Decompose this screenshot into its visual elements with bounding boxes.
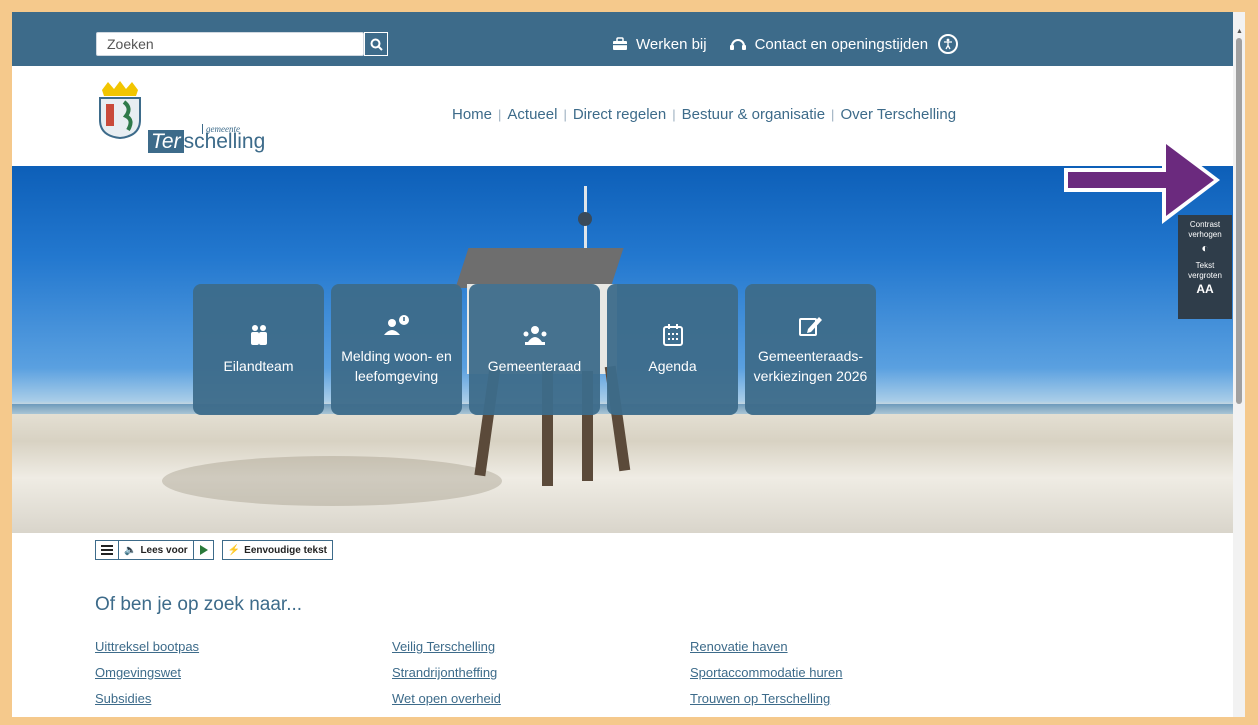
site-logo[interactable]: gemeente Ter schelling <box>96 80 266 154</box>
readspeaker-bar: 🔈 Lees voor ⚡ Eenvoudige tekst <box>95 540 333 560</box>
contact-label: Contact en openingstijden <box>754 35 929 53</box>
tile-label: Melding woon- en leefomgeving <box>341 347 452 384</box>
play-icon <box>199 545 208 555</box>
scrollbar-thumb[interactable] <box>1236 38 1242 404</box>
suggestion-link[interactable]: Strandrijontheffing <box>392 664 501 681</box>
suggestions-column: Veilig Terschelling Strandrijontheffing … <box>392 638 501 707</box>
accessibility-icon[interactable] <box>938 34 959 54</box>
tile-gemeenteraad[interactable]: Gemeenteraad <box>469 284 600 415</box>
suggestion-link[interactable]: Sportaccommodatie huren <box>690 664 842 681</box>
nav-separator: | <box>563 107 567 122</box>
hero-sand-shadow <box>162 456 502 506</box>
tile-label: Eilandteam <box>223 357 294 374</box>
read-aloud-button[interactable]: 🔈 Lees voor <box>119 541 194 559</box>
speaker-icon: 🔈 <box>124 544 137 556</box>
simple-text-button[interactable]: ⚡ Eenvoudige tekst <box>223 541 332 559</box>
calendar-icon <box>662 323 683 346</box>
nav-separator: | <box>498 107 502 122</box>
read-aloud-group: 🔈 Lees voor <box>95 540 214 560</box>
contact-link[interactable]: Contact en openingstijden <box>729 36 928 53</box>
nav-actueel[interactable]: Actueel <box>507 106 557 123</box>
tile-label: Agenda <box>648 357 697 374</box>
text-size-button[interactable]: Tekst vergroten AA <box>1178 261 1232 296</box>
search-button[interactable] <box>364 32 388 56</box>
simple-text-label: Eenvoudige tekst <box>244 544 327 556</box>
suggestion-link[interactable]: Uittreksel bootpas <box>95 638 199 655</box>
simple-text-group: ⚡ Eenvoudige tekst <box>221 540 333 560</box>
suggestions-column: Uittreksel bootpas Omgevingswet Subsidie… <box>95 638 199 707</box>
nav-separator: | <box>831 107 835 122</box>
tile-melding[interactable]: Melding woon- en leefomgeving <box>331 284 462 415</box>
suggestion-link[interactable]: Trouwen op Terschelling <box>690 690 842 707</box>
council-icon <box>523 325 546 345</box>
lightning-icon: ⚡ <box>227 544 241 556</box>
suggestions-title: Of ben je op zoek naar... <box>95 594 303 615</box>
contrast-label: Contrast verhogen <box>1188 220 1222 239</box>
logo-ter: Ter <box>148 130 184 153</box>
report-icon <box>383 314 409 335</box>
scroll-up-icon[interactable]: ▲ <box>1236 28 1243 35</box>
tile-agenda[interactable]: Agenda <box>607 284 738 415</box>
suggestion-link[interactable]: Omgevingswet <box>95 664 199 681</box>
hero-hut-roof <box>455 248 624 288</box>
search-icon <box>370 38 383 51</box>
suggestion-link[interactable]: Veilig Terschelling <box>392 638 501 655</box>
tile-label: Gemeenteraad <box>487 357 582 374</box>
hero-banner: Eilandteam Melding woon- en leefomgeving… <box>12 166 1233 533</box>
text-size-icon: AA <box>1196 282 1214 296</box>
suggestions-column: Renovatie haven Sportaccommodatie huren … <box>690 638 842 707</box>
tile-eilandteam[interactable]: Eilandteam <box>193 284 324 415</box>
contrast-icon: ◐ <box>1201 241 1209 255</box>
main-navigation: Home | Actueel | Direct regelen | Bestuu… <box>452 106 956 123</box>
top-bar: Werken bij Contact en openingstijden <box>12 12 1233 66</box>
quick-tiles: Eilandteam Melding woon- en leefomgeving… <box>193 284 876 415</box>
search-field[interactable] <box>96 32 364 56</box>
menu-icon <box>101 545 113 555</box>
nav-home[interactable]: Home <box>452 106 492 123</box>
suggestion-link[interactable]: Wet open overheid <box>392 690 501 707</box>
scrollbar[interactable]: ▲ <box>1233 12 1245 717</box>
tile-label: Gemeenteraads-verkiezingen 2026 <box>753 347 868 384</box>
logo-rest: schelling <box>183 130 266 153</box>
contrast-button[interactable]: Contrast verhogen ◐ <box>1178 220 1232 255</box>
tile-verkiezingen[interactable]: Gemeenteraads-verkiezingen 2026 <box>745 284 876 415</box>
read-aloud-label: Lees voor <box>140 544 188 556</box>
nav-separator: | <box>672 107 676 122</box>
search-input[interactable] <box>97 33 363 55</box>
top-links: Werken bij Contact en openingstijden <box>612 32 959 56</box>
annotation-arrow <box>1064 136 1220 224</box>
play-button[interactable] <box>194 541 213 559</box>
text-size-label: Tekst vergroten <box>1188 261 1222 280</box>
hero-mast-ball <box>578 212 592 226</box>
menu-button[interactable] <box>96 541 119 559</box>
accessibility-widget: Contrast verhogen ◐ Tekst vergroten AA <box>1178 215 1232 319</box>
suggestion-link[interactable]: Renovatie haven <box>690 638 842 655</box>
nav-bestuur[interactable]: Bestuur & organisatie <box>682 106 825 123</box>
werken-bij-label: Werken bij <box>636 35 707 53</box>
team-icon <box>250 324 267 345</box>
edit-icon <box>798 316 822 336</box>
werken-bij-link[interactable]: Werken bij <box>612 36 707 53</box>
headset-icon <box>729 39 746 50</box>
nav-over-terschelling[interactable]: Over Terschelling <box>840 106 956 123</box>
suggestion-link[interactable]: Subsidies <box>95 690 199 707</box>
coat-of-arms-icon <box>99 81 141 140</box>
logo-wordmark: Ter schelling <box>148 130 265 154</box>
nav-direct-regelen[interactable]: Direct regelen <box>573 106 666 123</box>
site-header: gemeente Ter schelling Home | Actueel | D… <box>12 66 1233 166</box>
briefcase-icon <box>613 37 627 50</box>
